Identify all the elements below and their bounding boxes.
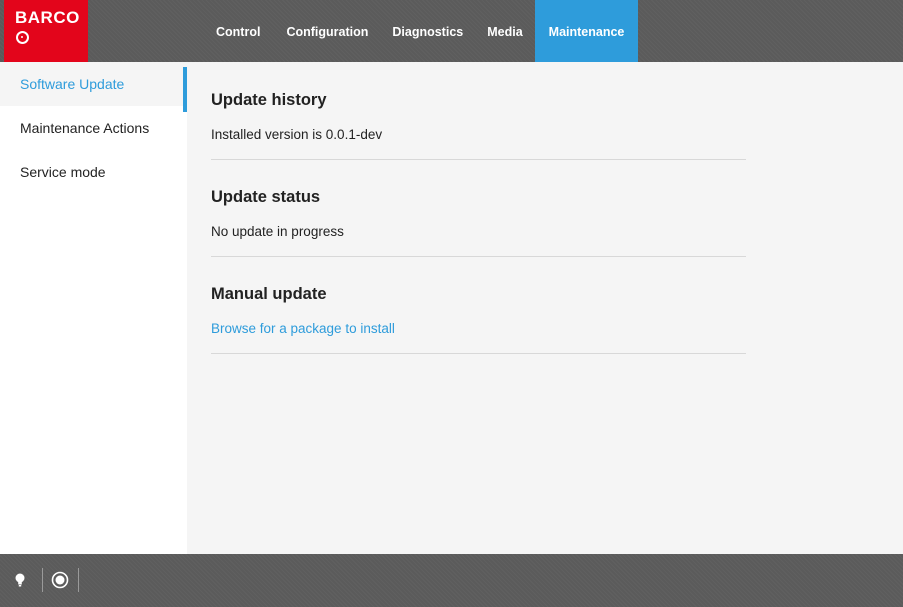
browse-package-link[interactable]: Browse for a package to install [211, 321, 395, 336]
sidebar-item-software-update[interactable]: Software Update [0, 62, 187, 112]
section-title: Update history [211, 91, 327, 109]
tab-control[interactable]: Control [204, 0, 272, 62]
sidebar-item-service-mode[interactable]: Service mode [0, 150, 187, 194]
manual-update-section: Manual update Browse for a package to in… [211, 285, 746, 354]
footer-divider [42, 568, 43, 592]
logo-mark-icon [16, 31, 29, 44]
top-bar: BARCO Control Configuration Diagnostics … [0, 0, 903, 62]
installed-version-text: Installed version is 0.0.1-dev [211, 127, 383, 142]
brand-name: BARCO [15, 8, 80, 27]
section-title: Update status [211, 188, 321, 206]
tab-media[interactable]: Media [475, 0, 534, 62]
footer-bar [0, 554, 903, 607]
sidebar-item-maintenance-actions[interactable]: Maintenance Actions [0, 106, 187, 150]
tab-maintenance[interactable]: Maintenance [534, 0, 639, 62]
update-status-text: No update in progress [211, 224, 344, 239]
footer-divider [78, 568, 79, 592]
main-content: Update history Installed version is 0.0.… [211, 62, 746, 354]
record-icon[interactable] [51, 571, 69, 589]
update-status-section: Update status No update in progress [211, 188, 746, 257]
lightbulb-icon[interactable] [11, 571, 29, 589]
tab-configuration[interactable]: Configuration [274, 0, 380, 62]
main-nav: Control Configuration Diagnostics Media … [204, 0, 639, 62]
tab-diagnostics[interactable]: Diagnostics [380, 0, 475, 62]
section-text: Browse for a package to install [211, 321, 746, 337]
update-history-section: Update history Installed version is 0.0.… [211, 91, 746, 160]
barco-logo[interactable]: BARCO [4, 0, 88, 62]
section-title: Manual update [211, 285, 327, 303]
sidebar: Software Update Maintenance Actions Serv… [0, 62, 187, 554]
